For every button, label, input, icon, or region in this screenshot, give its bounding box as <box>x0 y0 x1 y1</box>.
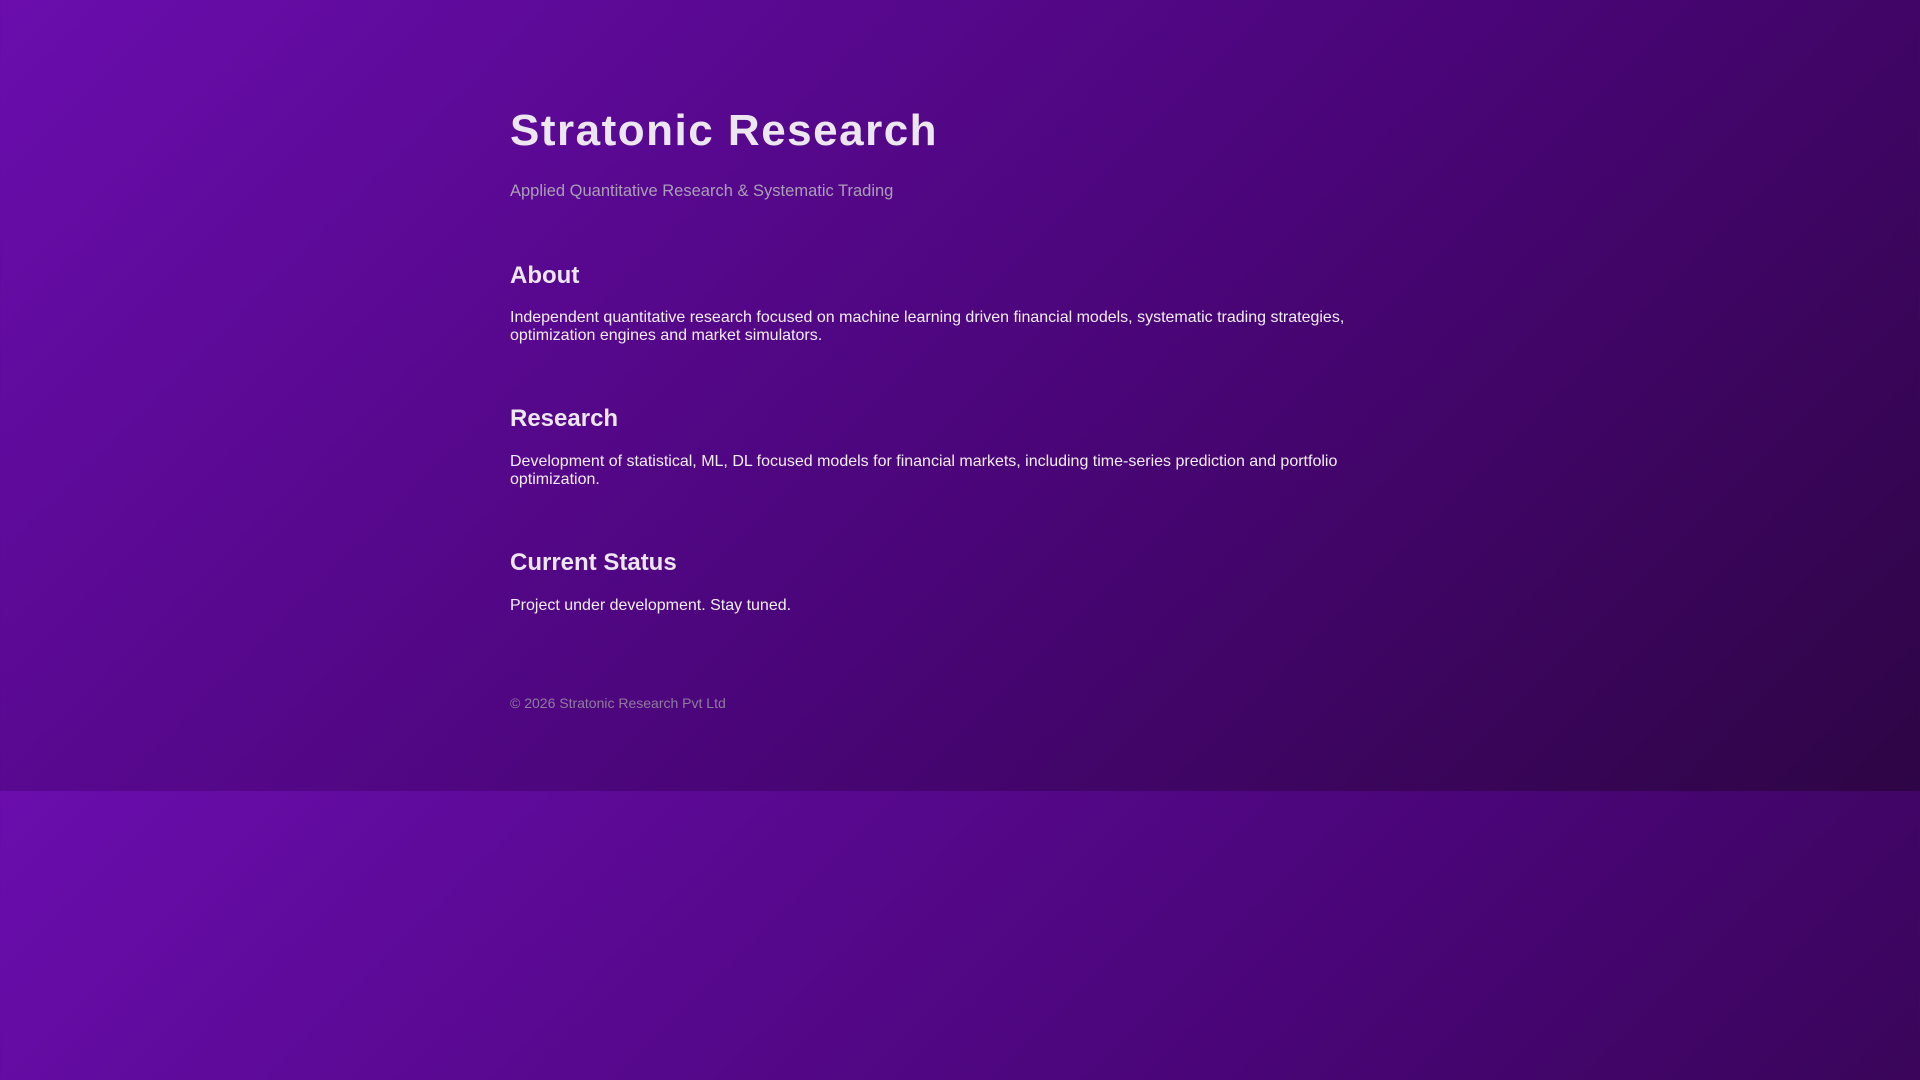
footer-copyright: © 2026 Stratonic Research Pvt Ltd <box>510 695 726 711</box>
research-heading: Research <box>510 405 619 432</box>
page-subtitle: Applied Quantitative Research & Systemat… <box>510 182 894 200</box>
research-text: Development of statistical, ML, DL focus… <box>510 453 1338 488</box>
status-text: Project under development. Stay tuned. <box>510 597 792 614</box>
page-title: Stratonic Research <box>510 106 939 155</box>
status-heading: Current Status <box>510 549 677 576</box>
about-text: Independent quantitative research focuse… <box>510 309 1345 344</box>
about-heading: About <box>510 262 580 289</box>
